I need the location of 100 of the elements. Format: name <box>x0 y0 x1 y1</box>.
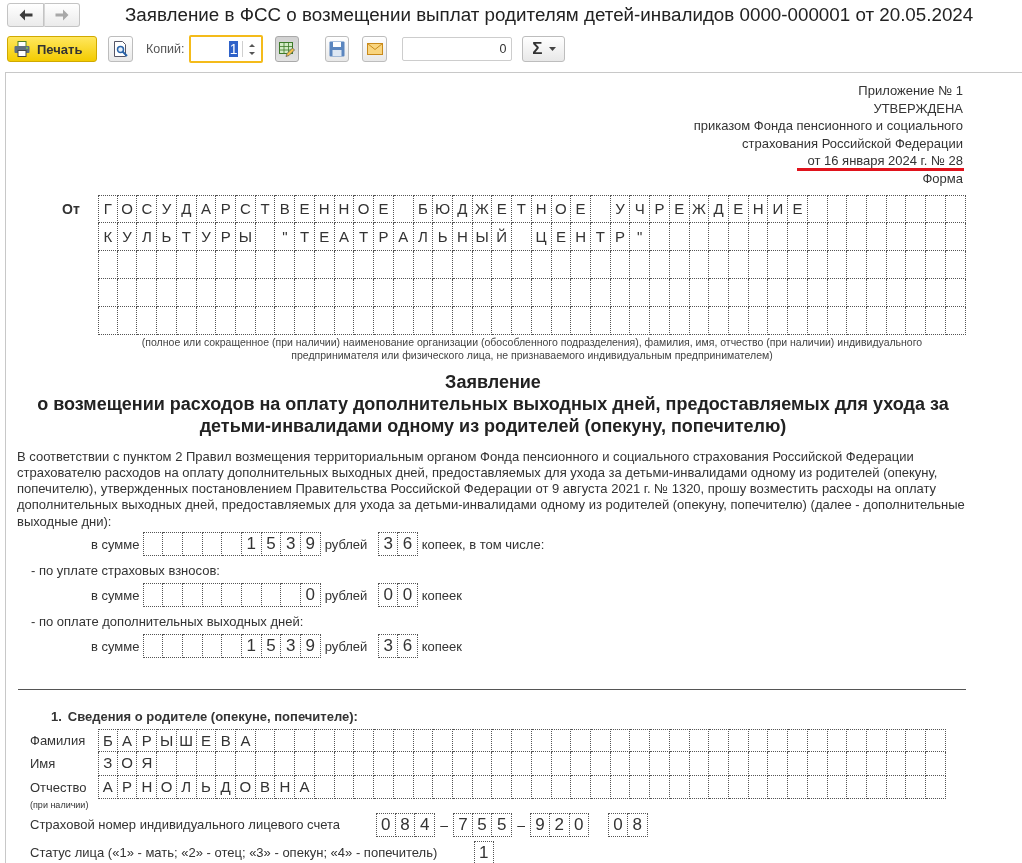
letter-cell <box>492 775 513 799</box>
letter-cell: Е <box>374 194 394 223</box>
letter-cell <box>531 306 552 335</box>
copies-field[interactable]: 1 <box>189 35 264 63</box>
digit-cell: 0 <box>398 583 418 608</box>
letter-cell <box>413 729 434 753</box>
digit-cell: 2 <box>549 812 570 837</box>
letter-cell <box>768 306 789 335</box>
letter-cell <box>334 729 355 753</box>
letter-cell <box>314 729 335 753</box>
letter-cell <box>768 729 789 753</box>
letter-cell: А <box>117 729 138 753</box>
digit-cell: 3 <box>281 532 301 557</box>
letter-cell <box>492 278 513 307</box>
letter-cell <box>945 306 966 335</box>
letter-cell: Ш <box>176 729 197 753</box>
letter-cell <box>452 752 473 776</box>
digit-cell: 0 <box>569 812 590 837</box>
letter-cell <box>768 278 789 307</box>
letter-cell <box>255 250 276 279</box>
letter-cell <box>551 729 572 753</box>
save-button[interactable] <box>325 36 350 62</box>
letter-cell <box>906 729 927 753</box>
letter-cell <box>729 306 749 335</box>
letter-cell: Н <box>275 775 296 799</box>
letter-cell <box>650 306 670 335</box>
from-label: От <box>62 200 80 217</box>
letter-cell <box>176 278 197 307</box>
mail-button[interactable] <box>362 36 388 62</box>
digit-cell <box>182 634 203 659</box>
digit-cell <box>222 634 242 659</box>
letter-cell <box>393 775 414 799</box>
snils-label: Страховой номер индивидуального лицевого счета <box>30 817 340 833</box>
letter-cell: О <box>157 775 177 799</box>
page-magnifier-icon <box>112 41 129 57</box>
sum-menu-button[interactable]: Σ <box>522 36 566 62</box>
letter-cell <box>867 306 887 335</box>
letter-cell <box>512 775 532 799</box>
letter-cell: Р <box>137 729 158 753</box>
letter-cell <box>807 306 828 335</box>
letter-cell: Ы <box>472 222 493 251</box>
letter-cell: Е <box>729 194 749 223</box>
digit-cell <box>143 634 164 659</box>
letter-cell: Р <box>374 222 394 251</box>
letter-cell: Ы <box>157 729 177 753</box>
letter-cell <box>433 278 453 307</box>
header-line: Приложение № 1 <box>858 83 963 98</box>
kopecks-unit-label: копеек <box>421 587 462 603</box>
digit-cell: 5 <box>261 532 282 557</box>
letter-cell <box>906 752 927 776</box>
digit-cell: 6 <box>398 532 418 557</box>
letter-cell <box>610 775 631 799</box>
letter-cell <box>196 306 217 335</box>
right-arrow-icon <box>55 9 69 21</box>
letter-cell: У <box>610 194 631 223</box>
letter-cell <box>531 729 552 753</box>
letter-cell <box>137 250 158 279</box>
letter-cell <box>512 306 532 335</box>
letter-cell: Т <box>354 222 375 251</box>
digit-cell <box>202 583 223 608</box>
letter-cell <box>551 775 572 799</box>
back-button[interactable] <box>7 3 44 27</box>
letter-cell <box>512 250 532 279</box>
letter-cell <box>689 222 710 251</box>
up-caret-icon <box>249 43 256 47</box>
letter-cell <box>945 250 966 279</box>
copies-label: Копий: <box>146 42 185 56</box>
digit-cell: 3 <box>378 532 399 557</box>
letter-cell <box>709 306 729 335</box>
letter-cell <box>650 222 670 251</box>
sum-value-field[interactable]: 0 <box>402 37 513 61</box>
letter-cell <box>689 250 710 279</box>
letter-cell <box>433 729 453 753</box>
letter-cell <box>571 250 591 279</box>
letter-cell <box>255 752 276 776</box>
letter-cell: С <box>236 194 256 223</box>
letter-cell <box>729 729 749 753</box>
letter-cell <box>472 278 493 307</box>
letter-cell <box>867 775 887 799</box>
dash-separator: – <box>439 816 449 833</box>
field-label: Фамилия <box>30 733 86 749</box>
letter-cell <box>926 222 946 251</box>
letter-cell <box>157 306 177 335</box>
letter-cell <box>433 775 453 799</box>
amount-label: в сумме <box>91 587 140 603</box>
letter-cell: Н <box>334 194 355 223</box>
sum-note: - по уплате страховых взносов: <box>31 563 220 579</box>
letter-cell <box>867 752 887 776</box>
letter-cell <box>452 306 473 335</box>
table-edit-button[interactable] <box>275 36 300 62</box>
print-button[interactable]: Печать <box>7 36 97 62</box>
letter-cell <box>748 752 769 776</box>
letter-cell <box>650 775 670 799</box>
letter-cell <box>689 775 710 799</box>
letter-cell <box>807 250 828 279</box>
preview-button[interactable] <box>108 36 133 62</box>
letter-cell <box>354 278 375 307</box>
letter-cell <box>492 752 513 776</box>
letter-cell <box>630 306 651 335</box>
letter-cell <box>827 194 848 223</box>
